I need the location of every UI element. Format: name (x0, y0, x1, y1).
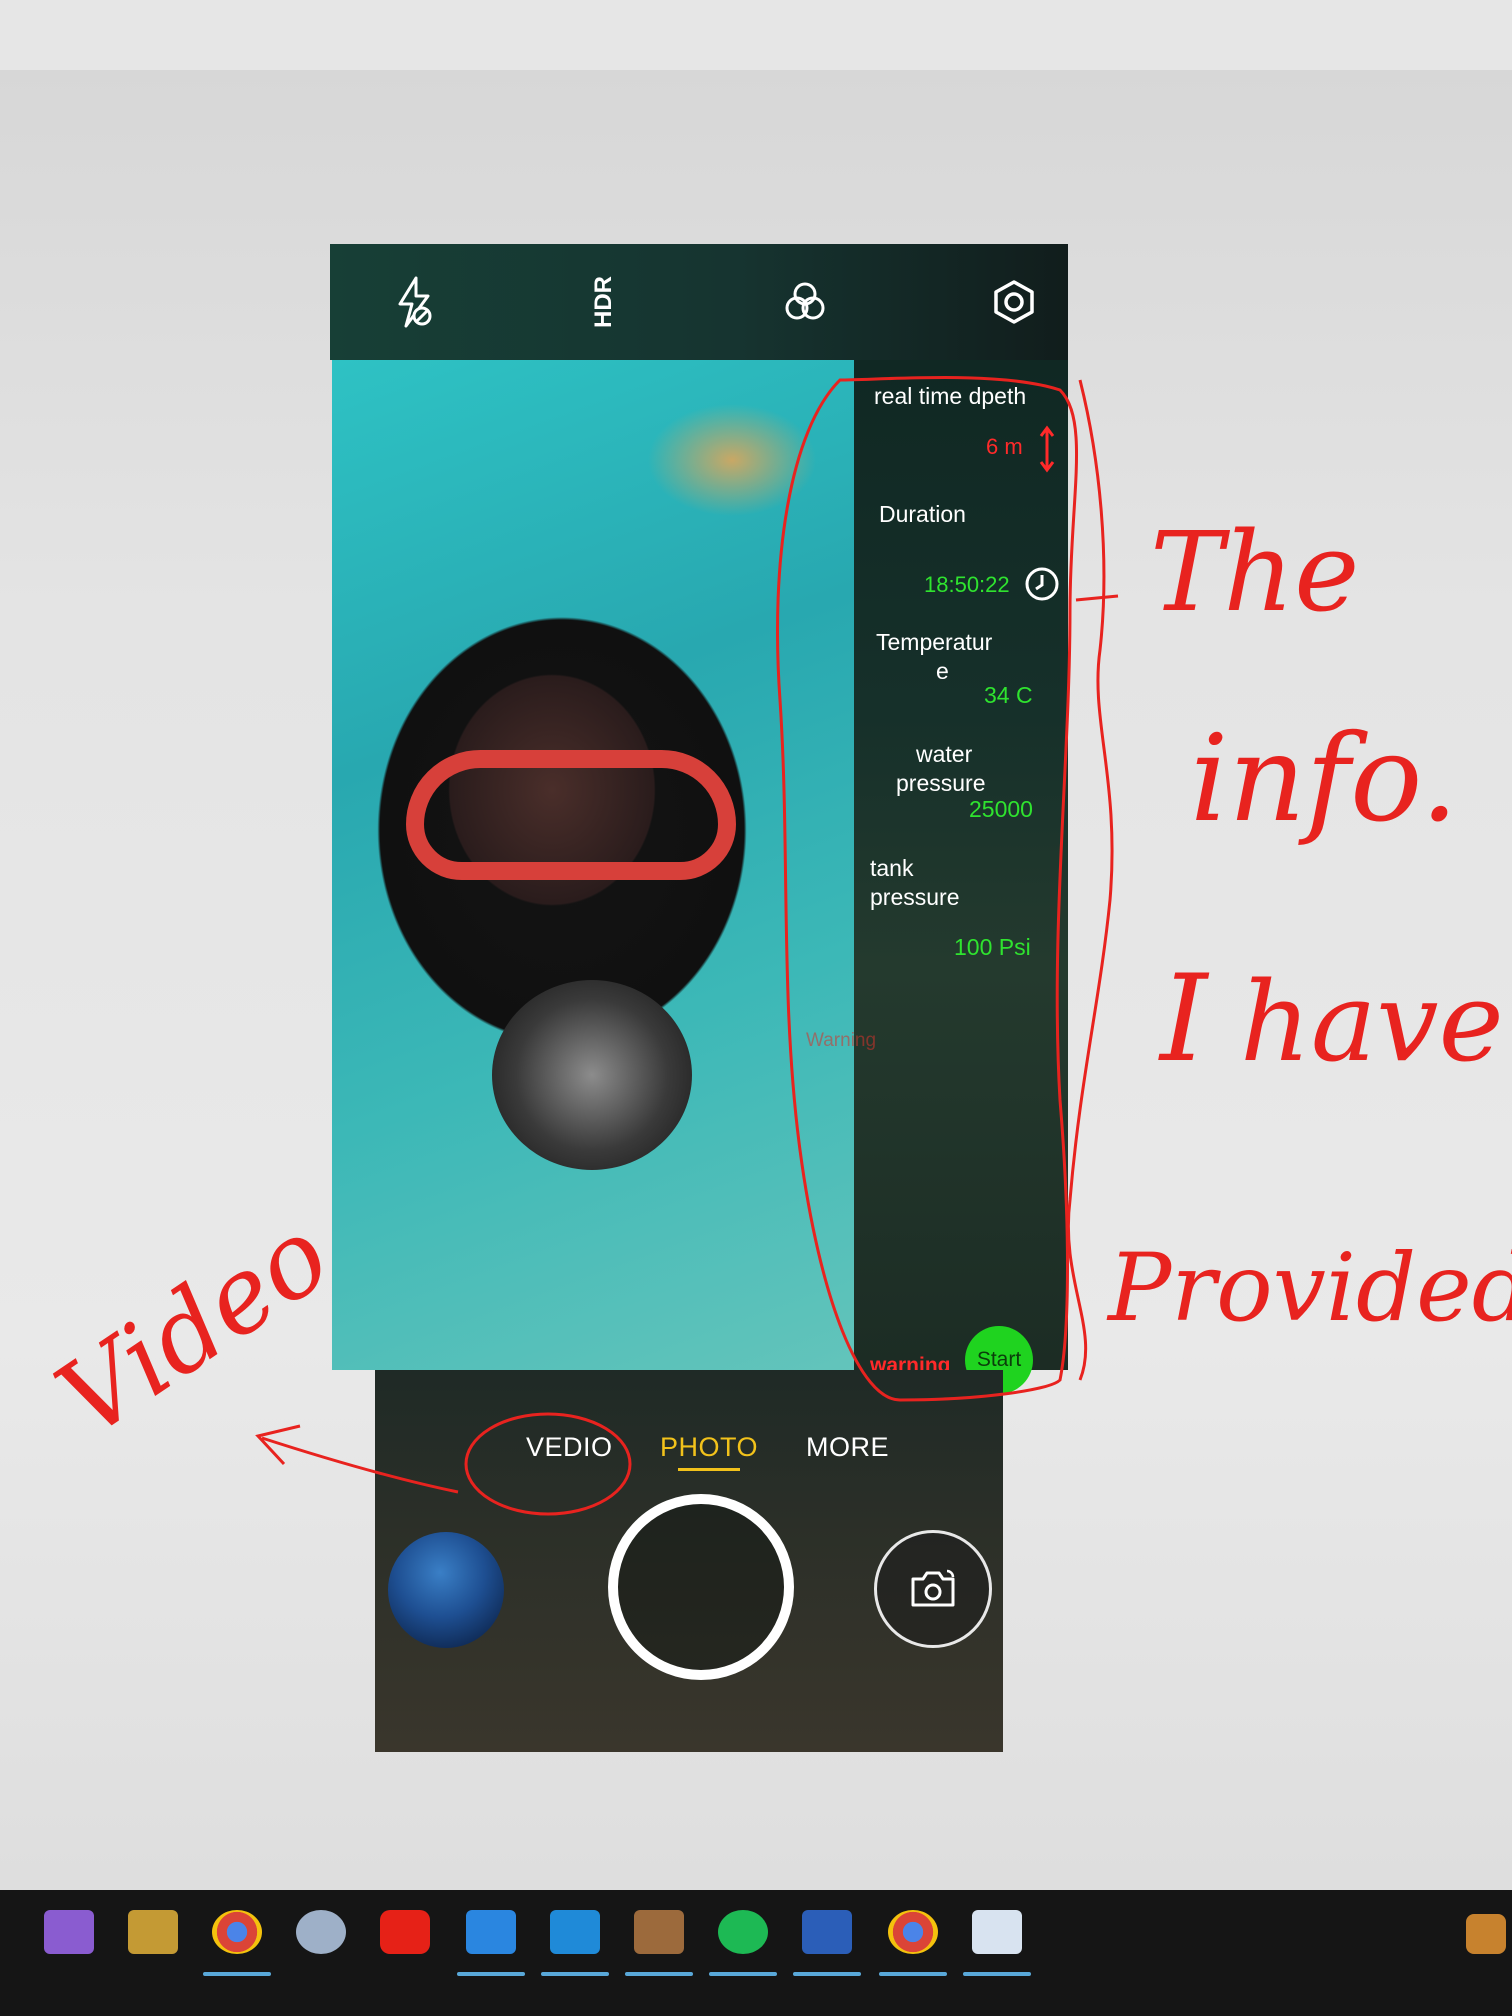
shutter-button[interactable] (608, 1494, 794, 1680)
duration-label: Duration (879, 501, 966, 527)
clock-icon (1025, 567, 1059, 601)
dive-info-panel: real time dpeth 6 m Duration 18:50:22 Te… (854, 360, 1068, 1370)
minecraft-icon[interactable] (634, 1910, 684, 1954)
xaml-tool-icon[interactable] (972, 1910, 1022, 1954)
paint-icon[interactable] (296, 1910, 346, 1954)
hdr-icon[interactable]: HDR (578, 274, 630, 330)
minecraft-running-indicator (625, 1972, 693, 1976)
xaml-tool-running-indicator (963, 1972, 1031, 1976)
depth-value: 6 m (986, 434, 1023, 459)
tray-notification-icon[interactable] (1466, 1914, 1506, 1954)
temperature-value: 34 C (984, 682, 1033, 708)
mode-tab-video[interactable]: VEDIO (526, 1432, 613, 1463)
settings-icon[interactable] (988, 274, 1040, 330)
hdr-label: HDR (590, 276, 617, 328)
diver-regulator (492, 980, 692, 1170)
active-mode-indicator (678, 1468, 740, 1471)
switch-camera-icon (911, 1569, 955, 1607)
taskbar (0, 1890, 1512, 2016)
depth-label: real time dpeth (874, 383, 1027, 409)
bing-running-indicator (457, 1972, 525, 1976)
mode-tab-more[interactable]: MORE (806, 1432, 889, 1463)
spotify-running-indicator (709, 1972, 777, 1976)
water-pressure-value: 25000 (969, 796, 1033, 822)
mode-tab-photo[interactable]: PHOTO (660, 1432, 758, 1463)
faded-warning-text: Warning (806, 1030, 877, 1051)
bing-icon[interactable] (466, 1910, 516, 1954)
viewfinder-diver-photo (332, 360, 854, 1370)
water-pressure-label: water (916, 741, 973, 767)
flash-off-icon[interactable] (388, 274, 440, 330)
chrome-running-indicator (203, 1972, 271, 1976)
visual-studio-icon[interactable] (44, 1910, 94, 1954)
monitor-bezel (0, 0, 1512, 70)
temperature-label-wrap: e (936, 658, 949, 684)
depth-arrows-icon (1039, 425, 1055, 473)
start-button-label: Start (976, 1348, 1022, 1371)
gallery-thumbnail[interactable] (388, 1532, 504, 1648)
temperature-label: Temperatur (876, 629, 993, 655)
chrome-icon[interactable] (212, 1910, 262, 1954)
chrome-profile-icon[interactable] (888, 1910, 938, 1954)
chrome-profile-running-indicator (879, 1972, 947, 1976)
duration-value: 18:50:22 (924, 572, 1010, 597)
switch-camera-button[interactable] (874, 1530, 992, 1648)
filters-icon[interactable] (779, 274, 831, 330)
spotify-icon[interactable] (718, 1910, 768, 1954)
camera-toolbar: HDR (330, 244, 1068, 360)
water-pressure-label-wrap: pressure (896, 770, 986, 796)
diver-mask (406, 750, 736, 880)
youtube-icon[interactable] (380, 1910, 430, 1954)
tank-pressure-label: tank (870, 855, 914, 881)
tank-pressure-label-wrap: pressure (870, 884, 960, 910)
vscode-running-indicator (541, 1972, 609, 1976)
camera-app-mockup: HDR real time dpeth 6 m Duration 18:50:2… (330, 244, 1068, 1752)
snipping-tool-icon[interactable] (128, 1910, 178, 1954)
vscode-icon[interactable] (550, 1910, 600, 1954)
word-running-indicator (793, 1972, 861, 1976)
word-icon[interactable] (802, 1910, 852, 1954)
tank-pressure-value: 100 Psi (954, 934, 1031, 960)
